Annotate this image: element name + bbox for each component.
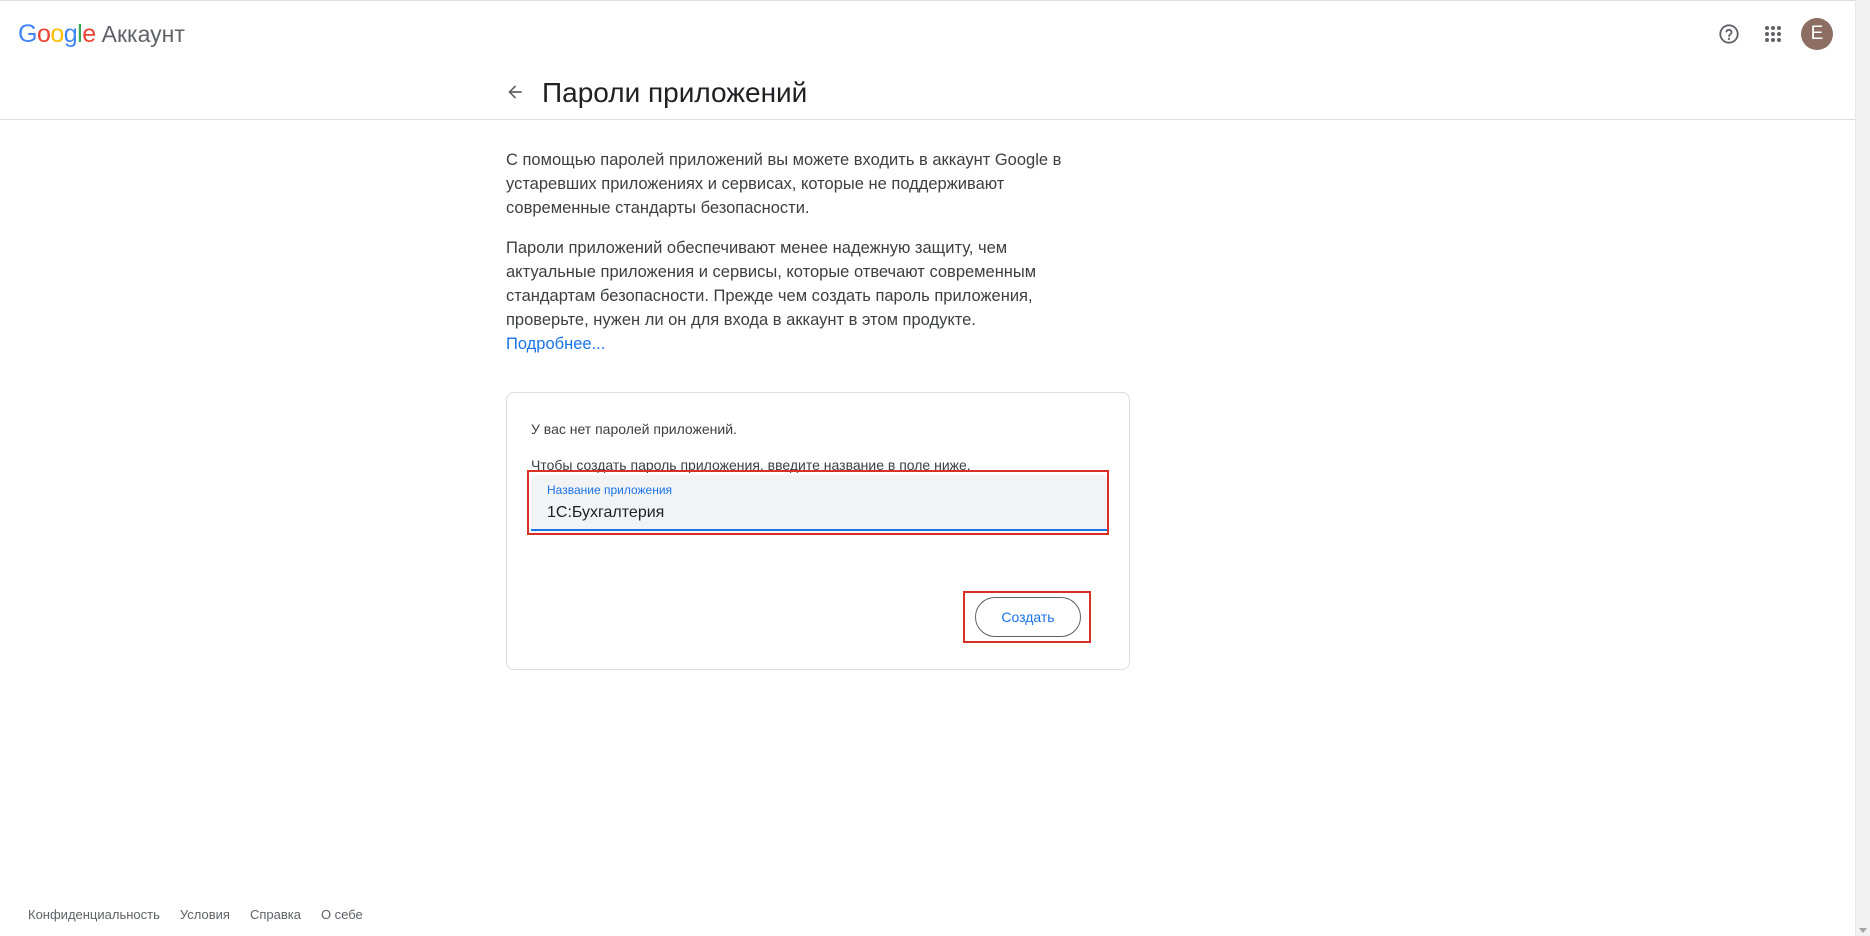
description-paragraph-2-text: Пароли приложений обеспечивают менее над… [506, 239, 1037, 329]
app-name-input[interactable] [547, 501, 1087, 525]
description-paragraph-1: С помощью паролей приложений вы можете в… [506, 151, 1062, 217]
no-passwords-text: У вас нет паролей приложений. [531, 421, 737, 437]
instruction-text: Чтобы создать пароль приложения, введите… [531, 457, 971, 473]
help-icon[interactable] [1709, 14, 1749, 54]
header-actions: Е [1705, 14, 1833, 54]
description: С помощью паролей приложений вы можете в… [506, 148, 1062, 372]
page-title: Пароли приложений [542, 77, 808, 108]
footer: Конфиденциальность Условия Справка О себ… [28, 907, 383, 922]
title-bar: Пароли приложений [0, 65, 1855, 120]
product-name: Аккаунт [101, 21, 185, 47]
footer-link-about[interactable]: О себе [321, 907, 363, 922]
arrow-left-icon[interactable] [498, 75, 532, 109]
description-paragraph-2: Пароли приложений обеспечивают менее над… [506, 236, 1062, 356]
footer-link-help[interactable]: Справка [250, 907, 301, 922]
app-name-field[interactable]: Название приложения [531, 475, 1107, 531]
vertical-scrollbar[interactable] [1855, 0, 1870, 936]
app-name-label: Название приложения [547, 483, 673, 497]
scroll-down-arrow-icon[interactable] [1859, 928, 1867, 933]
page: Google Аккаунт Е Пароли приложений С пом… [0, 0, 1870, 936]
learn-more-link[interactable]: Подробнее... [506, 335, 605, 353]
create-button[interactable]: Создать [975, 597, 1081, 637]
apps-grid-icon[interactable] [1753, 14, 1793, 54]
footer-link-terms[interactable]: Условия [180, 907, 230, 922]
avatar[interactable]: Е [1801, 18, 1833, 50]
app-passwords-card: У вас нет паролей приложений. Чтобы созд… [506, 392, 1130, 670]
header: Google Аккаунт Е [0, 1, 1855, 65]
footer-link-privacy[interactable]: Конфиденциальность [28, 907, 160, 922]
google-wordmark: Google [18, 20, 96, 48]
google-account-logo[interactable]: Google Аккаунт [18, 20, 185, 50]
